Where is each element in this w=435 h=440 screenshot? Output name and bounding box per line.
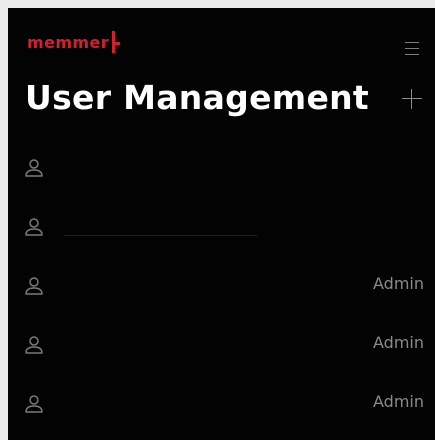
user-role: Admin <box>373 333 424 352</box>
page-title: User Management <box>25 78 369 117</box>
user-icon <box>25 218 43 236</box>
brand-logo-text: memmer <box>27 33 110 52</box>
user-icon <box>25 159 43 177</box>
user-icon <box>25 277 43 295</box>
user-list-item[interactable] <box>8 208 435 258</box>
user-icon <box>25 336 43 354</box>
user-list-item[interactable]: Admin <box>8 326 435 376</box>
user-role: Admin <box>373 274 424 293</box>
user-icon <box>25 395 43 413</box>
brand-logo: memmer <box>27 28 121 68</box>
hamburger-menu-icon[interactable] <box>405 41 419 55</box>
user-list-item[interactable]: Admin <box>8 267 435 317</box>
top-bar: memmer <box>8 8 435 68</box>
app-window: memmer User Management Admin Admin Admin <box>8 8 435 440</box>
user-role: Admin <box>373 392 424 411</box>
user-list-item[interactable] <box>8 149 435 199</box>
brand-logo-mark <box>110 28 121 56</box>
add-user-button[interactable] <box>402 89 422 109</box>
plus-icon <box>402 98 422 99</box>
user-list-item[interactable]: Admin <box>8 385 435 435</box>
row-divider <box>64 235 257 236</box>
